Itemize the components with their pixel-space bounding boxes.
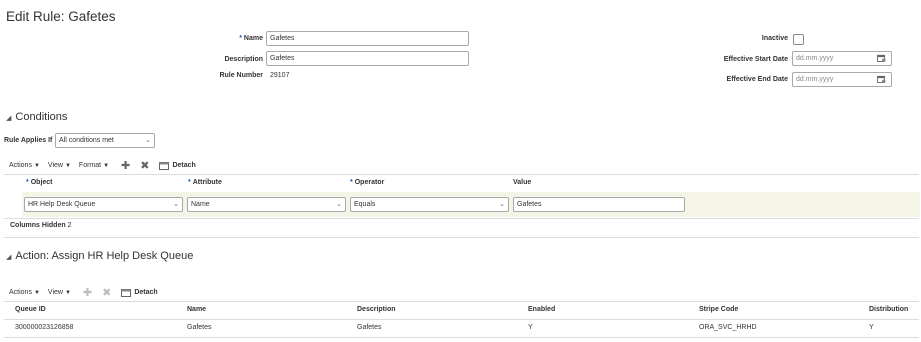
add-icon[interactable]: ✚ <box>121 159 130 172</box>
operator-select-value: Equals <box>354 201 376 208</box>
collapse-triangle-icon[interactable]: ◢ <box>6 254 11 261</box>
divider <box>4 218 919 219</box>
add-icon[interactable]: ✚ <box>83 286 92 299</box>
object-select-value: HR Help Desk Queue <box>28 201 96 208</box>
column-header-operator-label: Operator <box>354 179 385 186</box>
name-input[interactable]: Gafetes <box>266 31 469 46</box>
actions-menu-label: Actions <box>9 162 32 169</box>
format-menu[interactable]: Format ▼ <box>79 162 109 169</box>
caret-down-icon: ▼ <box>64 162 71 169</box>
caret-down-icon: ▼ <box>64 289 71 296</box>
conditions-header[interactable]: ◢ Conditions <box>6 111 67 123</box>
column-header-name[interactable]: Name <box>187 306 206 313</box>
detach-button[interactable]: Detach <box>121 288 158 297</box>
rule-applies-label: Rule Applies If <box>4 137 53 144</box>
divider <box>4 237 919 238</box>
delete-icon[interactable]: ✖ <box>140 159 149 172</box>
rule-applies-select[interactable]: All conditions met ⌄ <box>55 133 155 148</box>
columns-hidden-count: 2 <box>67 222 72 229</box>
required-icon: * <box>350 179 353 186</box>
caret-down-icon: ▼ <box>103 162 110 169</box>
rule-number-value: 29107 <box>270 72 290 79</box>
column-header-operator[interactable]: * Operator <box>350 179 384 186</box>
divider <box>4 174 919 175</box>
start-date-label: Effective Start Date <box>723 56 788 63</box>
required-icon: * <box>239 35 242 42</box>
cell-queue-id[interactable]: 300000023126858 <box>15 324 73 331</box>
attribute-select-value: Name <box>191 201 210 208</box>
required-icon: * <box>188 179 191 186</box>
calendar-icon[interactable] <box>877 54 886 62</box>
collapse-triangle-icon[interactable]: ◢ <box>6 115 11 122</box>
description-input[interactable]: Gafetes <box>266 51 469 66</box>
column-header-object-label: Object <box>30 179 53 186</box>
column-header-enabled[interactable]: Enabled <box>528 306 555 313</box>
columns-hidden-label: Columns Hidden <box>10 222 66 229</box>
divider <box>4 301 919 302</box>
format-menu-label: Format <box>78 162 102 169</box>
rule-applies-value: All conditions met <box>59 137 114 144</box>
rule-number-label: Rule Number <box>219 72 263 79</box>
divider <box>4 337 919 338</box>
column-header-distribution[interactable]: Distribution <box>869 306 908 313</box>
detach-label: Detach <box>172 162 196 169</box>
action-title: Action: Assign HR Help Desk Queue <box>15 250 194 262</box>
view-menu-label: View <box>47 289 63 296</box>
required-icon: * <box>26 179 29 186</box>
object-select[interactable]: HR Help Desk Queue ⌄ <box>24 197 183 212</box>
column-header-attribute-label: Attribute <box>192 179 222 186</box>
column-header-description[interactable]: Description <box>357 306 396 313</box>
calendar-icon[interactable] <box>877 75 886 83</box>
column-header-value[interactable]: Value <box>513 179 531 186</box>
column-header-queue-id[interactable]: Queue ID <box>15 306 46 313</box>
column-header-stripe-code[interactable]: Stripe Code <box>699 306 738 313</box>
chevron-down-icon: ⌄ <box>499 201 505 208</box>
attribute-select[interactable]: Name ⌄ <box>187 197 346 212</box>
cell-distribution[interactable]: Y <box>869 324 874 331</box>
operator-select[interactable]: Equals ⌄ <box>350 197 509 212</box>
cell-enabled[interactable]: Y <box>528 324 533 331</box>
detach-button[interactable]: Detach <box>159 161 196 170</box>
inactive-checkbox[interactable] <box>793 34 804 45</box>
divider <box>4 319 919 320</box>
action-toolbar: Actions ▼ View ▼ ✚ ✖ Detach <box>9 286 158 299</box>
column-header-object[interactable]: * Object <box>26 179 53 186</box>
delete-icon[interactable]: ✖ <box>102 286 111 299</box>
columns-hidden: Columns Hidden 2 <box>10 222 71 229</box>
detach-icon <box>159 161 170 170</box>
detach-icon <box>121 288 132 297</box>
conditions-toolbar: Actions ▼ View ▼ Format ▼ ✚ ✖ Detach <box>9 159 196 172</box>
cell-name[interactable]: Gafetes <box>187 324 212 331</box>
detach-label: Detach <box>134 289 158 296</box>
name-label: * Name <box>143 35 263 42</box>
caret-down-icon: ▼ <box>33 289 40 296</box>
value-input[interactable]: Gafetes <box>513 197 685 212</box>
description-label: Description <box>224 56 263 63</box>
actions-menu-label: Actions <box>9 289 32 296</box>
view-menu[interactable]: View ▼ <box>48 162 71 169</box>
column-header-attribute[interactable]: * Attribute <box>188 179 222 186</box>
cell-description[interactable]: Gafetes <box>357 324 382 331</box>
chevron-down-icon: ⌄ <box>336 201 342 208</box>
chevron-down-icon: ⌄ <box>145 137 151 144</box>
inactive-label: Inactive <box>761 35 788 42</box>
conditions-title: Conditions <box>15 111 68 123</box>
actions-menu[interactable]: Actions ▼ <box>9 162 40 169</box>
end-date-label: Effective End Date <box>726 76 788 83</box>
caret-down-icon: ▼ <box>33 162 40 169</box>
name-label-text: Name <box>243 35 263 42</box>
chevron-down-icon: ⌄ <box>173 201 179 208</box>
cell-stripe-code[interactable]: ORA_SVC_HRHD <box>699 324 757 331</box>
page-title: Edit Rule: Gafetes <box>6 9 116 24</box>
action-header[interactable]: ◢ Action: Assign HR Help Desk Queue <box>6 250 193 262</box>
view-menu-label: View <box>47 162 63 169</box>
actions-menu[interactable]: Actions ▼ <box>9 289 40 296</box>
view-menu[interactable]: View ▼ <box>48 289 71 296</box>
